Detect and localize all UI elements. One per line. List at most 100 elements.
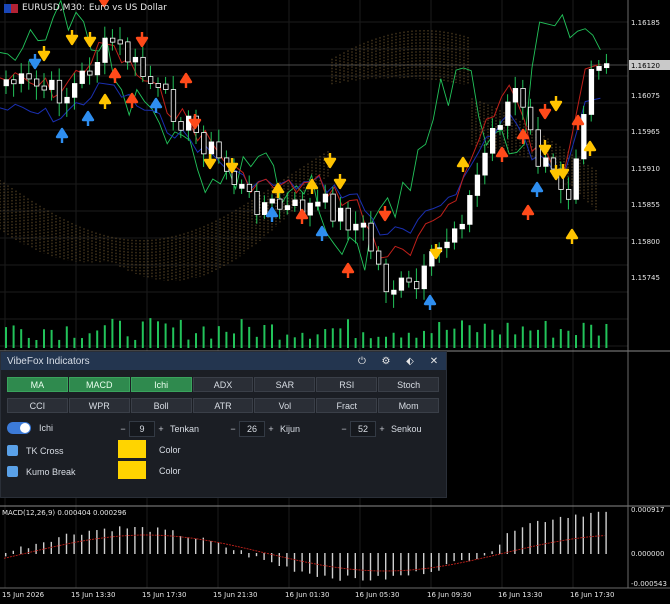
tab-cci[interactable]: CCI <box>7 398 68 413</box>
volume-bar <box>141 321 144 348</box>
tabs-row-2: CCI WPR Boll ATR Vol Fract Mom <box>7 398 439 413</box>
kumo-break-color-swatch[interactable] <box>118 461 146 479</box>
signal-arrow-icon <box>538 140 552 156</box>
chart-canvas[interactable]: 1.16185 1.16075 1.15965 1.15910 1.15855 1.158… <box>0 0 670 600</box>
macd-histogram-bar <box>96 530 98 554</box>
time-axis-label: 16 Jun 13:30 <box>498 591 542 599</box>
candle-body <box>566 189 572 200</box>
candle-body <box>155 83 161 88</box>
macd-axis-label: -0.000543 <box>631 580 667 588</box>
macd-histogram-bar <box>134 527 136 554</box>
macd-histogram-bar <box>423 553 425 575</box>
macd-histogram-bar <box>157 527 159 554</box>
kumo-break-checkbox[interactable] <box>7 466 18 477</box>
price-axis-label: 1.15855 <box>631 201 660 209</box>
candle-body <box>482 152 488 176</box>
kumo-break-label: Kumo Break <box>26 466 76 477</box>
tenkan-label: Tenkan <box>170 424 200 434</box>
volume-bar <box>195 333 197 348</box>
volume-bar <box>537 329 539 348</box>
macd-histogram-bar <box>559 516 562 554</box>
price-chart[interactable]: 1.16185 1.16075 1.15965 1.15910 1.15855 1.158… <box>0 0 670 600</box>
volume-bar <box>582 322 585 348</box>
volume-bar <box>476 332 479 348</box>
volume-bar <box>179 319 182 348</box>
volume-bar <box>514 334 517 348</box>
tab-atr[interactable]: ATR <box>192 398 254 413</box>
macd-histogram-bar <box>210 541 212 554</box>
volume-bar <box>58 339 61 348</box>
price-axis-label: 1.15745 <box>631 274 660 282</box>
tab-ichi[interactable]: Ichi <box>130 377 192 392</box>
candle-body <box>375 250 382 265</box>
macd-histogram-bar <box>126 528 128 554</box>
tab-rsi[interactable]: RSI <box>316 377 378 392</box>
signal-arrow-icon <box>423 294 437 310</box>
gear-icon[interactable]: ⚙ <box>380 356 392 367</box>
tab-mom[interactable]: Mom <box>378 398 439 413</box>
kijun-increment-button[interactable]: + <box>266 424 276 434</box>
volume-bar <box>521 326 524 348</box>
symbol-description: Euro vs US Dollar <box>88 3 167 13</box>
volume-bar <box>316 334 319 348</box>
macd-histogram-bar <box>255 553 258 557</box>
signal-arrow-icon <box>28 54 42 70</box>
candle-body <box>444 241 450 249</box>
kijun-value[interactable]: 26 <box>239 421 265 437</box>
tenkan-increment-button[interactable]: + <box>156 424 166 434</box>
tk-cross-color-swatch[interactable] <box>118 440 146 458</box>
ichi-toggle[interactable] <box>7 422 31 434</box>
macd-histogram-bar <box>506 533 508 554</box>
tk-cross-checkbox[interactable] <box>7 445 18 456</box>
macd-histogram-bar <box>491 551 493 554</box>
tab-wpr[interactable]: WPR <box>68 398 130 413</box>
candle-body <box>208 141 215 155</box>
volume-bar <box>12 325 15 348</box>
senkou-increment-button[interactable]: + <box>377 424 387 434</box>
tab-macd[interactable]: MACD <box>68 377 130 392</box>
signal-arrow-icon <box>549 96 563 112</box>
macd-histogram-bar <box>293 553 296 572</box>
candle-body <box>353 223 359 231</box>
tab-sar[interactable]: SAR <box>254 377 316 392</box>
time-axis-label: 15 Jun 13:30 <box>71 591 115 599</box>
candle-body <box>284 205 291 210</box>
kijun-decrement-button[interactable]: − <box>228 424 238 434</box>
panel-header[interactable]: VibeFox Indicators ⏻ ⚙ ⬖ ✕ <box>1 352 446 370</box>
volume-bar <box>202 326 205 348</box>
pin-icon[interactable]: ⬖ <box>404 356 416 367</box>
time-axis-label: 16 Jun 17:30 <box>570 591 614 599</box>
candle-body <box>140 56 146 77</box>
candle-body <box>497 125 503 130</box>
senkou-decrement-button[interactable]: − <box>339 424 349 434</box>
macd-histogram-bar <box>430 553 432 572</box>
candle-body <box>117 39 123 45</box>
signal-arrow-icon <box>378 206 392 222</box>
macd-histogram-bar <box>392 553 394 576</box>
signal-arrow-icon <box>516 128 530 144</box>
volume-bar <box>324 329 327 348</box>
tab-boll[interactable]: Boll <box>130 398 192 413</box>
volume-bar <box>65 326 68 348</box>
power-icon[interactable]: ⏻ <box>356 356 368 367</box>
candle-body <box>34 78 40 87</box>
senkou-value[interactable]: 52 <box>350 421 376 437</box>
close-icon[interactable]: ✕ <box>428 356 440 367</box>
candle-body <box>330 193 336 222</box>
tenkan-decrement-button[interactable]: − <box>118 424 128 434</box>
volume-bar <box>96 330 99 348</box>
macd-histogram-bar <box>20 546 22 554</box>
candle-body <box>467 195 473 225</box>
tab-stoch[interactable]: Stoch <box>378 377 439 392</box>
volume-bar <box>187 339 190 348</box>
tab-vol[interactable]: Vol <box>254 398 316 413</box>
volume-bar <box>445 329 448 348</box>
macd-histogram-bar <box>582 516 584 554</box>
tab-adx[interactable]: ADX <box>192 377 254 392</box>
candle-body <box>520 88 526 108</box>
candle-body <box>277 198 283 210</box>
tab-ma[interactable]: MA <box>7 377 68 392</box>
tab-fract[interactable]: Fract <box>316 398 378 413</box>
signal-arrow-icon <box>530 181 544 197</box>
tenkan-value[interactable]: 9 <box>129 421 155 437</box>
